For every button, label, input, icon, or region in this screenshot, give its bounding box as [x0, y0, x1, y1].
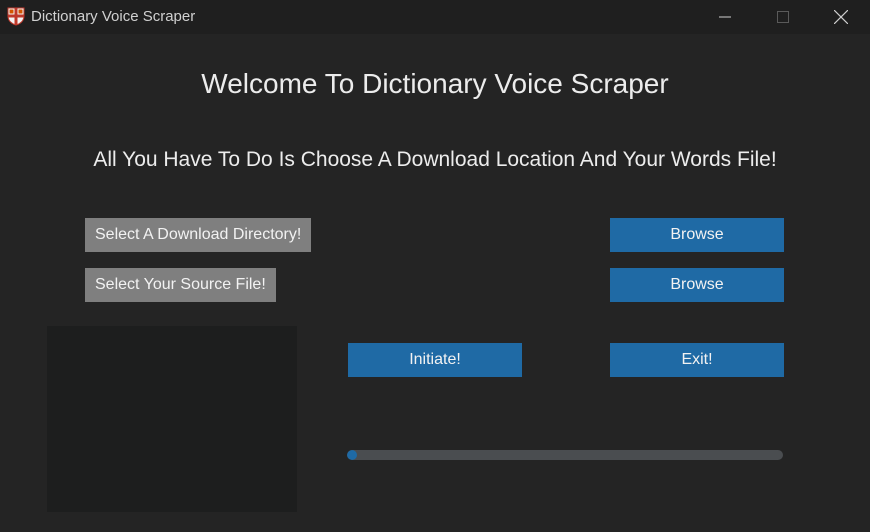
page-subtitle: All You Have To Do Is Choose A Download …	[93, 148, 777, 171]
close-icon	[834, 10, 848, 24]
maximize-icon	[777, 11, 789, 23]
close-button[interactable]	[812, 0, 870, 34]
window-title: Dictionary Voice Scraper	[31, 8, 196, 25]
initiate-button[interactable]: Initiate!	[348, 343, 522, 377]
log-textbox[interactable]	[47, 326, 297, 512]
browse-source-button[interactable]: Browse	[610, 268, 784, 302]
shield-crest-icon	[6, 6, 26, 26]
maximize-button[interactable]	[754, 0, 812, 34]
minimize-button[interactable]	[696, 0, 754, 34]
progress-fill	[347, 450, 357, 460]
title-bar: Dictionary Voice Scraper	[0, 0, 870, 34]
progress-bar	[347, 450, 783, 460]
minimize-icon	[719, 16, 731, 18]
download-directory-label: Select A Download Directory!	[85, 218, 312, 252]
browse-download-button[interactable]: Browse	[610, 218, 784, 252]
exit-button[interactable]: Exit!	[610, 343, 784, 377]
source-file-label: Select Your Source File!	[85, 268, 276, 302]
page-title: Welcome To Dictionary Voice Scraper	[201, 68, 669, 99]
